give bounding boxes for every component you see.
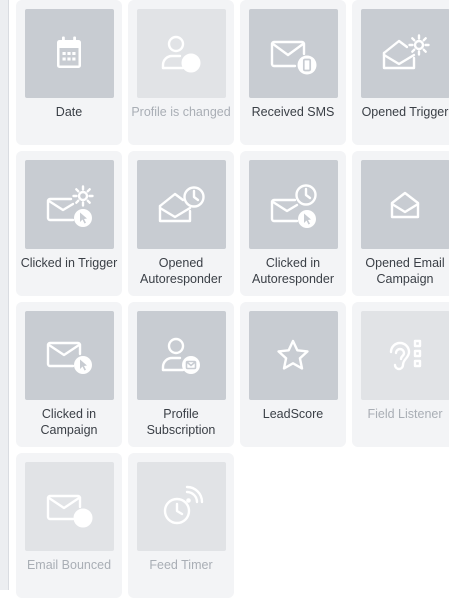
envelope-clock-bounced-icon (41, 479, 97, 535)
tile-feed-timer[interactable]: Feed Timer (128, 453, 234, 598)
tile-thumbnail (361, 9, 449, 98)
envelope-clock-cursor-icon (265, 177, 321, 233)
tile-thumbnail (249, 9, 338, 98)
open-envelope-gear-icon (377, 26, 433, 82)
tile-clicked-in-campaign[interactable]: Clicked in Campaign (16, 302, 122, 447)
tile-label: Field Listener (355, 407, 449, 423)
tile-thumbnail (25, 311, 114, 400)
tile-thumbnail (25, 9, 114, 98)
open-envelope-clock-icon (153, 177, 209, 233)
tile-label: Opened Trigger (355, 105, 449, 121)
tile-thumbnail (137, 160, 226, 249)
star-icon (265, 328, 321, 384)
profile-changed-icon (153, 26, 209, 82)
envelope-phone-icon (265, 26, 321, 82)
tile-label: Date (19, 105, 119, 121)
envelope-gear-cursor-icon (41, 177, 97, 233)
tile-profile-is-changed[interactable]: Profile is changed (128, 0, 234, 145)
tile-thumbnail (137, 462, 226, 551)
trigger-grid: Date Profile is changed Received S (16, 0, 449, 598)
tile-opened-email-campaign[interactable]: Opened Email Campaign (352, 151, 449, 296)
tile-opened-trigger[interactable]: Opened Trigger (352, 0, 449, 145)
tile-label: Feed Timer (131, 558, 231, 574)
tile-clicked-in-autoresponder[interactable]: Clicked in Autoresponder (240, 151, 346, 296)
tile-label: Opened Autoresponder (131, 256, 231, 287)
tile-thumbnail (249, 311, 338, 400)
tile-thumbnail (25, 462, 114, 551)
tile-label: Clicked in Autoresponder (243, 256, 343, 287)
profile-envelope-icon (153, 328, 209, 384)
tile-date[interactable]: Date (16, 0, 122, 145)
tile-thumbnail (137, 9, 226, 98)
sidebar-edge (0, 0, 9, 590)
tile-label: Opened Email Campaign (355, 256, 449, 287)
tile-thumbnail (137, 311, 226, 400)
tile-label: Received SMS (243, 105, 343, 121)
tile-thumbnail (361, 160, 449, 249)
calendar-icon (41, 26, 97, 82)
ear-listener-icon (377, 328, 433, 384)
open-envelope-icon (377, 177, 433, 233)
tile-received-sms[interactable]: Received SMS (240, 0, 346, 145)
tile-leadscore[interactable]: LeadScore (240, 302, 346, 447)
tile-opened-autoresponder[interactable]: Opened Autoresponder (128, 151, 234, 296)
tile-label: Email Bounced (19, 558, 119, 574)
envelope-cursor-icon (41, 328, 97, 384)
tile-label: Profile is changed (131, 105, 231, 121)
tile-thumbnail (249, 160, 338, 249)
tile-label: LeadScore (243, 407, 343, 423)
tile-email-bounced[interactable]: Email Bounced (16, 453, 122, 598)
clock-feed-icon (153, 479, 209, 535)
tile-profile-subscription[interactable]: Profile Subscription (128, 302, 234, 447)
tile-label: Clicked in Trigger (19, 256, 119, 272)
tile-thumbnail (25, 160, 114, 249)
tile-field-listener[interactable]: Field Listener (352, 302, 449, 447)
tile-label: Profile Subscription (131, 407, 231, 438)
tile-label: Clicked in Campaign (19, 407, 119, 438)
tile-clicked-in-trigger[interactable]: Clicked in Trigger (16, 151, 122, 296)
tile-thumbnail (361, 311, 449, 400)
